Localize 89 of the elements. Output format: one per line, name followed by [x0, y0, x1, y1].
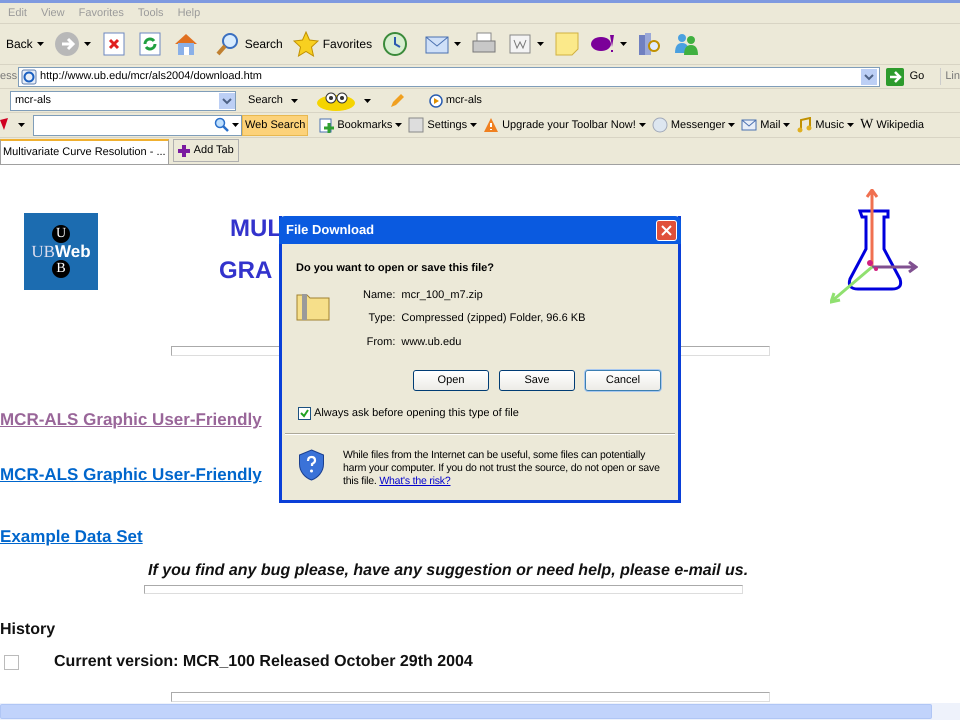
- scrollbar-thumb[interactable]: [0, 704, 932, 719]
- bookmarks-button[interactable]: Bookmarks: [318, 116, 402, 134]
- caret-icon[interactable]: [454, 42, 462, 46]
- field-label: From:: [366, 334, 396, 350]
- play-icon: [428, 94, 443, 108]
- search-combo[interactable]: mcr-als: [10, 90, 236, 110]
- field-label: Type:: [368, 311, 396, 326]
- clock-icon: [382, 31, 408, 57]
- caret-icon[interactable]: [36, 42, 44, 46]
- url-text: http://www.ub.edu/mcr/als2004/download.htm: [40, 69, 263, 84]
- checkbox[interactable]: [298, 406, 311, 420]
- page-title: GRA: [219, 259, 272, 283]
- upgrade-button[interactable]: Upgrade your Toolbar Now!: [483, 116, 646, 134]
- web-search-button[interactable]: Web Search: [242, 114, 308, 136]
- search-text: mcr-als: [15, 93, 52, 108]
- field-label: Name:: [363, 288, 396, 302]
- caret-icon[interactable]: [232, 123, 239, 127]
- caret-icon[interactable]: [470, 123, 478, 127]
- square-icon: [408, 117, 424, 133]
- address-field[interactable]: http://www.ub.edu/mcr/als2004/download.htm: [18, 66, 880, 86]
- caret-icon[interactable]: [620, 42, 628, 46]
- dropdown-icon[interactable]: [860, 68, 877, 84]
- people-icon: [673, 31, 700, 57]
- field-value: mcr_100_m7.zip: [401, 288, 484, 302]
- field-value: www.ub.edu: [401, 334, 462, 350]
- refresh-icon: [136, 31, 163, 57]
- search-button[interactable]: Search: [212, 27, 285, 61]
- wikipedia-button[interactable]: W Wikipedia: [860, 116, 924, 134]
- search-icon: [214, 31, 241, 57]
- dialog-button[interactable]: Save: [499, 370, 575, 391]
- caret-icon[interactable]: [84, 42, 91, 46]
- add-tab-button[interactable]: Add Tab: [172, 139, 239, 162]
- warning-icon: [483, 117, 500, 133]
- home-icon: [172, 31, 199, 57]
- caret-icon[interactable]: [290, 98, 298, 102]
- checkbox-label: Always ask before opening this type of file: [314, 406, 519, 421]
- risk-link[interactable]: What's the risk?: [379, 474, 450, 486]
- music-note-icon: [796, 117, 812, 133]
- search-button[interactable]: Search: [248, 92, 283, 109]
- address-label: ess: [0, 69, 16, 84]
- wikipedia-logo: W: [860, 118, 874, 132]
- checkmark-icon: [300, 408, 309, 418]
- caret-icon[interactable]: [783, 123, 790, 127]
- field-value: Compressed (zipped) Folder, 96.6 KB: [401, 311, 586, 326]
- mail-button[interactable]: Mail: [741, 116, 790, 134]
- version-text: Current version: MCR_100 Released October 29th 2004: [54, 652, 473, 672]
- caret-icon[interactable]: [364, 98, 371, 102]
- caret-icon[interactable]: [728, 123, 736, 127]
- arrow-icon: [886, 68, 904, 86]
- close-button[interactable]: [656, 220, 677, 240]
- notice-text: If you find any bug please, have any suggestion or need help, please e-mail us.: [148, 561, 748, 581]
- dropdown-icon[interactable]: [219, 92, 235, 108]
- bookmark-icon: [318, 117, 334, 133]
- close-icon: [661, 224, 672, 236]
- warning-text: While files from the Internet can be useful, some files can potentially harm your computer. If you do not trust the source, do not open or save this file. What's the risk?: [343, 448, 661, 488]
- caret-icon[interactable]: [847, 123, 854, 127]
- search-icon[interactable]: [214, 117, 230, 133]
- caret-icon[interactable]: [395, 123, 402, 127]
- image-placeholder-icon: [4, 654, 19, 670]
- note-icon: [554, 31, 580, 57]
- links-label: Lin: [940, 68, 960, 85]
- back-button[interactable]: Back: [4, 27, 46, 61]
- browser-tab[interactable]: Multivariate Curve Resolution - ...: [0, 139, 169, 164]
- download-link[interactable]: Example Data Set: [0, 527, 143, 547]
- star-icon: [292, 31, 319, 57]
- plus-icon: [178, 144, 190, 156]
- caret-icon[interactable]: [18, 123, 25, 127]
- go-button[interactable]: Go: [886, 66, 924, 86]
- dialog-question: Do you want to open or save this file?: [296, 261, 496, 276]
- download-link[interactable]: MCR-ALS Graphic User-Friendly: [0, 465, 262, 485]
- shield-help-icon: [298, 448, 325, 480]
- dialog-title: File Download: [286, 221, 376, 240]
- caret-icon[interactable]: [638, 123, 646, 127]
- logo: U UBWeb B: [24, 213, 98, 290]
- dialog-button[interactable]: Open: [413, 370, 489, 391]
- music-button[interactable]: Music: [796, 116, 854, 134]
- stop-icon: [100, 31, 127, 57]
- dialog-button[interactable]: Cancel: [585, 370, 661, 391]
- page-icon: [21, 68, 37, 84]
- download-link[interactable]: MCR-ALS Graphic User-Friendly: [0, 410, 262, 430]
- settings-button[interactable]: Settings: [408, 116, 478, 134]
- messenger-button[interactable]: Messenger: [652, 116, 736, 134]
- section-heading: History: [0, 620, 56, 640]
- envelope-icon: [741, 117, 758, 133]
- favorites-button[interactable]: Favorites: [290, 27, 374, 61]
- toolbar-link[interactable]: mcr-als: [428, 92, 482, 109]
- caret-icon[interactable]: [537, 42, 544, 46]
- search-field[interactable]: [33, 114, 242, 136]
- page-title: MUL: [230, 217, 282, 241]
